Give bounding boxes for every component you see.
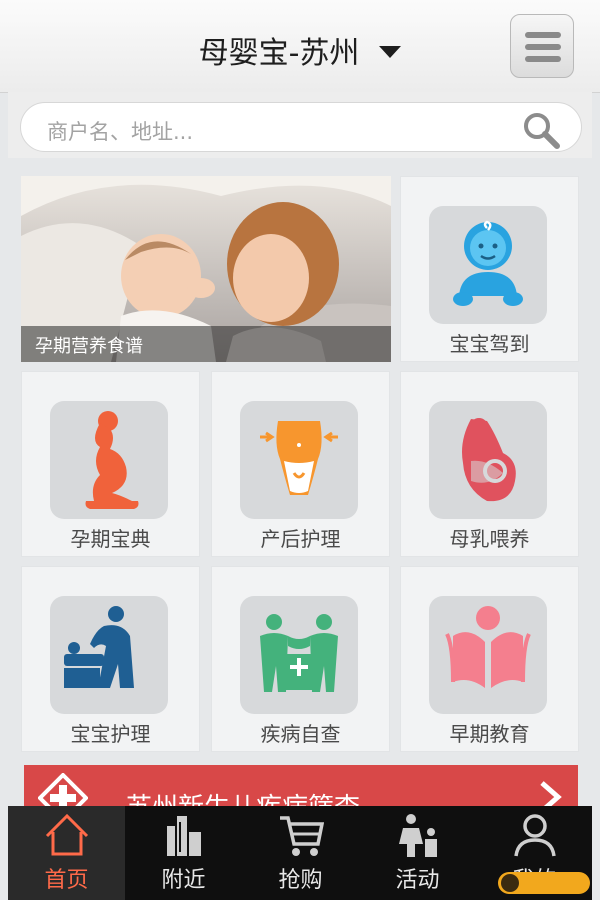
tile-label: 母乳喂养: [449, 527, 530, 551]
banner-caption: 孕期营养食谱: [35, 336, 143, 357]
tile-breastfeeding[interactable]: 母乳喂养: [400, 371, 579, 557]
search-bar: 商户名、地址...: [8, 92, 592, 158]
breastfeeding-icon: [462, 418, 516, 502]
tab-home[interactable]: 首页: [8, 806, 125, 900]
top-bar: 母婴宝-苏州: [0, 0, 600, 93]
cart-icon: [280, 816, 324, 856]
app-title: 母婴宝-苏州: [198, 36, 360, 71]
user-icon: [514, 814, 556, 857]
home-icon: [45, 813, 89, 856]
watermark-logo: [498, 872, 590, 894]
tile-pregnancy-guide[interactable]: 孕期宝典: [21, 371, 200, 557]
menu-line: [525, 44, 561, 50]
tile-postpartum-care[interactable]: 产后护理: [211, 371, 390, 557]
baby-care-icon: [64, 606, 134, 688]
dropdown-arrow-icon: [379, 45, 402, 58]
tile-early-education[interactable]: 早期教育: [400, 566, 579, 752]
tab-label: 首页: [44, 868, 89, 893]
tab-label: 活动: [395, 868, 440, 893]
feature-grid: 孕期营养食谱 宝宝驾到 孕期宝典 产后护理 母乳喂养 宝宝护理 疾病自查 早期教…: [21, 172, 581, 762]
menu-button[interactable]: [510, 14, 574, 78]
menu-line: [525, 32, 561, 38]
tile-health-check[interactable]: 疾病自查: [211, 566, 390, 752]
nearby-buildings-icon: [167, 816, 201, 856]
tile-baby-care[interactable]: 宝宝护理: [21, 566, 200, 752]
tab-flash-sale[interactable]: 抢购: [242, 806, 359, 900]
tile-label: 早期教育: [449, 722, 530, 746]
family-icon: [399, 814, 437, 857]
baby-face-icon: [453, 220, 523, 306]
tab-nearby[interactable]: 附近: [125, 806, 242, 900]
tab-label: 附近: [161, 868, 206, 893]
family-health-icon: [260, 614, 338, 692]
tile-label: 宝宝护理: [70, 722, 151, 746]
tab-events[interactable]: 活动: [359, 806, 476, 900]
postpartum-waist-icon: [260, 421, 338, 495]
tile-baby-arrival[interactable]: 宝宝驾到: [400, 176, 579, 362]
tile-label: 宝宝驾到: [449, 332, 530, 356]
search-placeholder: 商户名、地址...: [47, 120, 194, 144]
search-icon[interactable]: [521, 110, 561, 150]
pregnant-woman-icon: [85, 411, 139, 509]
tile-label: 疾病自查: [260, 722, 341, 746]
tab-label: 抢购: [278, 868, 323, 893]
banner-mother-baby[interactable]: 孕期营养食谱: [21, 176, 391, 362]
search-input[interactable]: 商户名、地址...: [20, 102, 582, 152]
tile-label: 孕期宝典: [70, 527, 151, 551]
tile-label: 产后护理: [260, 527, 341, 551]
menu-line: [525, 56, 561, 62]
early-education-icon: [445, 606, 531, 688]
